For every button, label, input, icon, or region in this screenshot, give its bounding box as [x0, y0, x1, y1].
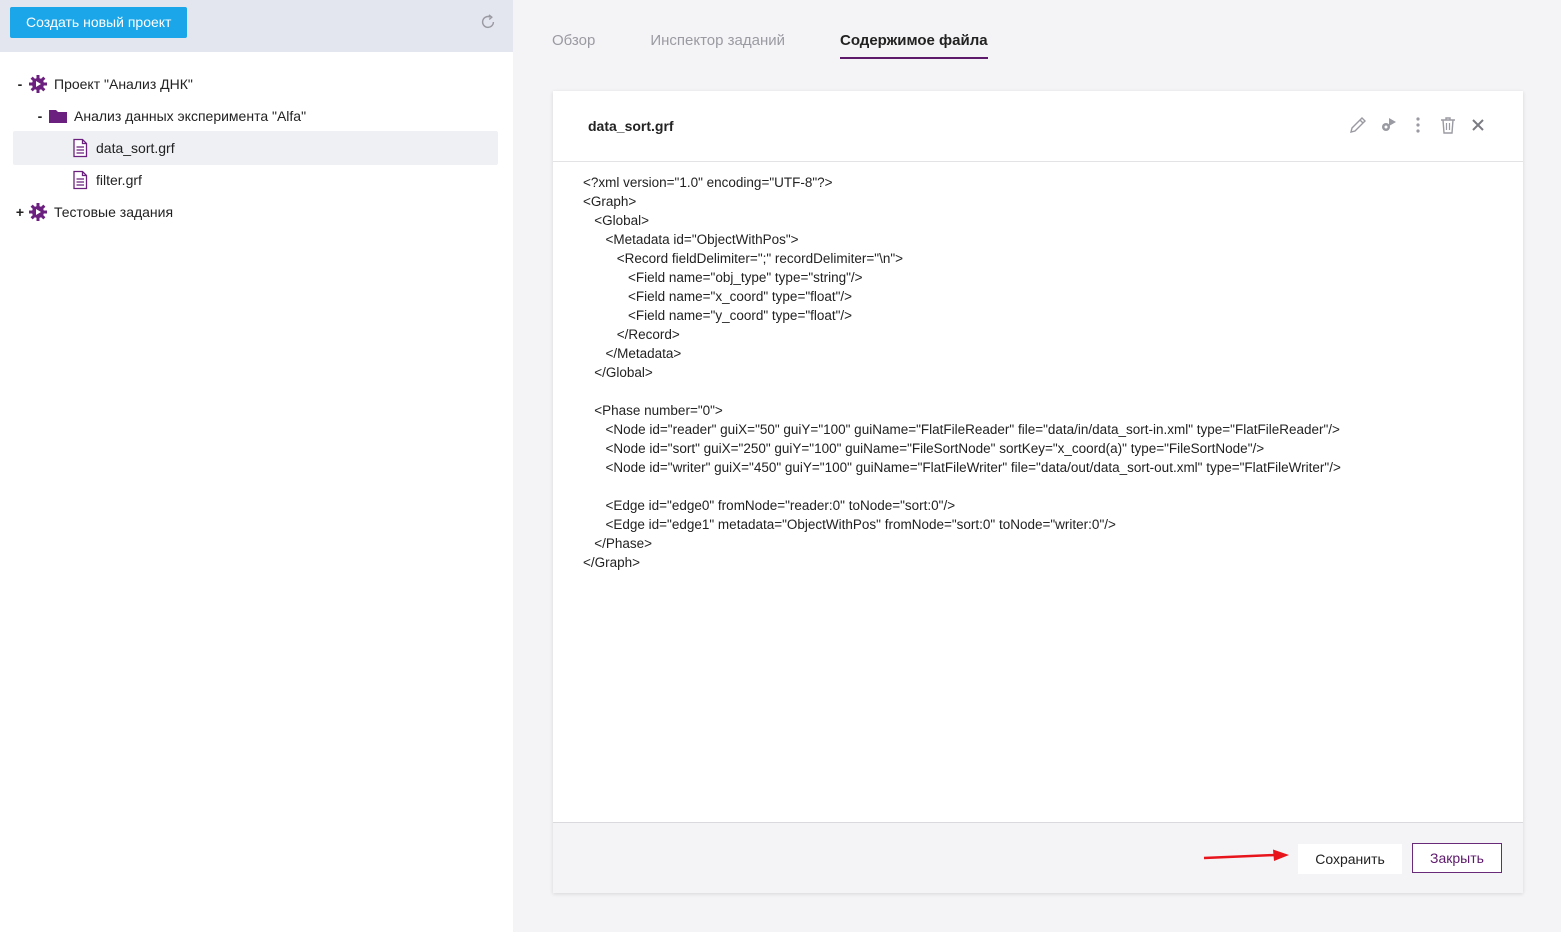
close-icon[interactable]	[1467, 114, 1489, 136]
gear-icon	[29, 75, 47, 93]
gear-icon	[29, 203, 47, 221]
expand-toggle[interactable]: +	[14, 204, 26, 220]
code-line: </Record>	[583, 327, 680, 342]
file-title: data_sort.grf	[588, 118, 674, 134]
code-line: <Graph>	[583, 194, 637, 209]
collapse-toggle[interactable]: -	[14, 76, 26, 92]
file-content: <?xml version="1.0" encoding="UTF-8"?> <G…	[583, 173, 1341, 572]
code-line: <Node id="sort" guiX="250" guiY="100" gu…	[583, 441, 1265, 456]
code-line: <Field name="y_coord" type="float"/>	[583, 308, 853, 323]
code-line: </Phase>	[583, 536, 653, 551]
code-line: <Edge id="edge1" metadata="ObjectWithPos…	[583, 517, 1116, 532]
code-line: <Global>	[583, 213, 650, 228]
card-footer: Сохранить Закрыть	[553, 822, 1523, 893]
code-line: </Global>	[583, 365, 653, 380]
code-line: <?xml version="1.0" encoding="UTF-8"?>	[583, 175, 833, 190]
code-line: <Field name="x_coord" type="float"/>	[583, 289, 853, 304]
tree-item-label: Тестовые задания	[54, 204, 174, 220]
tree-item-label: Анализ данных эксперимента "Alfa"	[74, 108, 307, 124]
tab-overview[interactable]: Обзор	[552, 32, 595, 59]
red-arrow-annotation	[1203, 849, 1289, 861]
close-button[interactable]: Закрыть	[1412, 843, 1502, 873]
refresh-icon[interactable]	[479, 13, 497, 31]
code-line: <Field name="obj_type" type="string"/>	[583, 270, 863, 285]
file-icon	[73, 170, 88, 190]
tree-item-label: filter.grf	[96, 172, 142, 188]
tab-file-content[interactable]: Содержимое файла	[840, 32, 988, 59]
folder-icon	[49, 110, 67, 123]
tree-item-project-dna[interactable]: - Проект "Анализ ДНК"	[14, 68, 193, 100]
file-viewer-card: data_sort.grf <?xml version="1.0" encodi…	[553, 91, 1523, 893]
run-icon[interactable]	[1377, 114, 1399, 136]
code-line: <Edge id="edge0" fromNode="reader:0" toN…	[583, 498, 956, 513]
code-line: <Phase number="0">	[583, 403, 723, 418]
sidebar-toolbar: Создать новый проект	[0, 0, 513, 52]
create-project-button[interactable]: Создать новый проект	[10, 7, 188, 38]
tree-item-test-tasks[interactable]: + Тестовые задания	[14, 196, 173, 228]
tree-item-label: Проект "Анализ ДНК"	[54, 76, 193, 92]
file-header: data_sort.grf	[553, 91, 1523, 162]
code-line: <Node id="writer" guiX="450" guiY="100" …	[583, 460, 1341, 475]
more-vertical-icon[interactable]	[1407, 114, 1429, 136]
save-button[interactable]: Сохранить	[1298, 844, 1402, 874]
tree-item-filter[interactable]: filter.grf	[13, 164, 142, 196]
collapse-toggle[interactable]: -	[34, 108, 46, 124]
tree-item-label: data_sort.grf	[96, 140, 175, 156]
edit-icon[interactable]	[1347, 114, 1369, 136]
code-line: </Graph>	[583, 555, 641, 570]
code-line: <Metadata id="ObjectWithPos">	[583, 232, 799, 247]
tab-bar: Обзор Инспектор заданий Содержимое файла	[552, 32, 1043, 59]
sidebar: Создать новый проект - Проект "Анализ ДН…	[0, 0, 513, 932]
code-line: </Metadata>	[583, 346, 682, 361]
tree-item-data-sort[interactable]: data_sort.grf	[13, 131, 498, 165]
file-actions	[1339, 114, 1489, 136]
trash-icon[interactable]	[1437, 114, 1459, 136]
tab-job-inspector[interactable]: Инспектор заданий	[650, 32, 785, 59]
file-icon	[73, 138, 88, 158]
code-line: <Record fieldDelimiter=";" recordDelimit…	[583, 251, 904, 266]
main-panel: Обзор Инспектор заданий Содержимое файла…	[513, 0, 1561, 932]
code-line: <Node id="reader" guiX="50" guiY="100" g…	[583, 422, 1340, 437]
tree-item-folder-alfa[interactable]: - Анализ данных эксперимента "Alfa"	[34, 100, 306, 132]
